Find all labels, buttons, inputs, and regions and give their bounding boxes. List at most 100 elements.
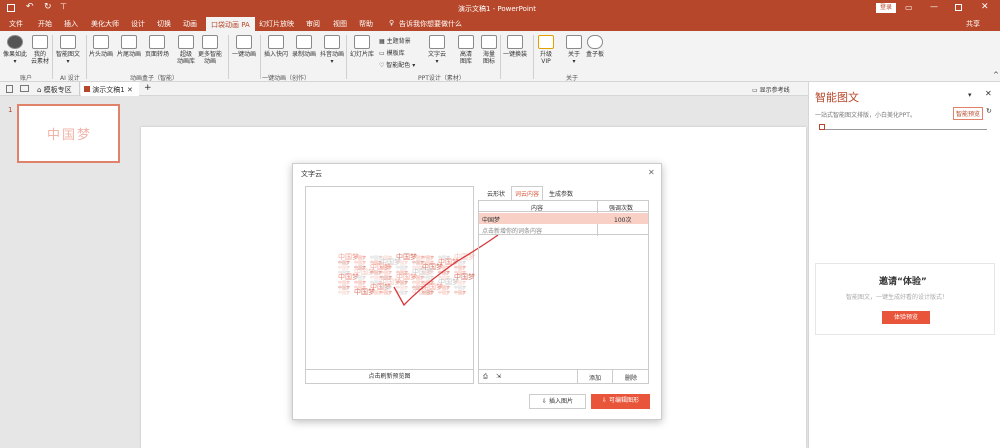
super-library-button[interactable]: 超级 动画库 <box>177 35 195 65</box>
save-icon[interactable] <box>7 4 15 12</box>
account-button[interactable]: 像果如此 ▾ <box>3 35 27 65</box>
redo-icon[interactable]: ↻ <box>44 2 52 12</box>
word-table: 内容 强调次数 中国梦 100次 点击新增你的词条内容 ⎙ ⇲ 添加 删除 <box>478 200 649 384</box>
tab-help[interactable]: 帮助 <box>359 19 373 29</box>
template-icon: ▭ <box>379 50 387 57</box>
tab-cloud-content[interactable]: 词云内容 <box>511 186 544 200</box>
ppt-icon <box>84 86 90 92</box>
window-title: 演示文稿1 - PowerPoint <box>458 5 536 13</box>
tab-animation[interactable]: 动画 <box>183 19 197 29</box>
collapse-ribbon-icon[interactable]: ^ <box>993 71 999 79</box>
tab-view[interactable]: 视图 <box>333 19 347 29</box>
undo-icon[interactable]: ↶ <box>26 2 34 12</box>
transition-icon <box>149 35 165 49</box>
film-icon <box>93 35 109 49</box>
image-icon <box>458 35 474 49</box>
insert-flash-button[interactable]: 插入快闪 <box>264 35 288 58</box>
refresh-preview-link[interactable]: 点击刷新预览图 <box>306 369 473 383</box>
close-icon[interactable]: ✕ <box>981 2 989 12</box>
group-about: 关于 <box>566 75 579 82</box>
pane-title: 智能图文 <box>815 91 859 104</box>
maximize-icon[interactable] <box>955 4 962 11</box>
tab-transition[interactable]: 切换 <box>157 19 171 29</box>
try-preview-button[interactable]: 体验预览 <box>882 311 930 324</box>
guides-toggle[interactable]: ▭ 显示参考线 <box>752 85 790 94</box>
dialog-close-button[interactable]: ✕ <box>648 168 655 177</box>
editable-shape-button[interactable]: ⇩ 可编辑图形 <box>591 394 650 409</box>
my-cloud-button[interactable]: 我的 云素材 <box>31 35 49 65</box>
group-ai: AI 设计 <box>60 75 80 82</box>
tab-file[interactable]: 文件 <box>9 19 23 29</box>
tab-close-icon[interactable]: ✕ <box>127 86 133 94</box>
tab-design[interactable]: 设计 <box>131 19 145 29</box>
tab-insert[interactable]: 插入 <box>64 19 78 29</box>
slider-handle[interactable] <box>819 124 825 130</box>
table-row[interactable]: 点击新增你的词条内容 <box>479 224 648 235</box>
crown-icon <box>538 35 554 49</box>
share-button[interactable]: 共享 <box>966 19 980 29</box>
tab-home[interactable]: 开始 <box>38 19 52 29</box>
intro-animation-button[interactable]: 片头动画 <box>89 35 113 58</box>
tab-review[interactable]: 审阅 <box>306 19 320 29</box>
box-icon <box>202 35 218 49</box>
table-row[interactable]: 中国梦 100次 <box>479 213 648 224</box>
color-slider[interactable] <box>819 124 987 130</box>
group-one-click: 一键动画（创作） <box>262 75 311 82</box>
face-icon <box>324 35 340 49</box>
folder-icon[interactable] <box>20 85 29 92</box>
record-animation-button[interactable]: 录制动画 <box>292 35 316 58</box>
smart-color-button[interactable]: ♡ 智能配色 ▾ <box>379 60 415 69</box>
insert-image-button[interactable]: ⇩ 插入图片 <box>529 394 586 409</box>
theme-icon: ▦ <box>379 38 387 45</box>
header-emphasis: 强调次数 <box>609 205 634 212</box>
douyin-animation-button[interactable]: 抖音动画 ▾ <box>320 35 344 65</box>
tab-cloud-shape[interactable]: 云形状 <box>487 189 505 198</box>
delete-word-button[interactable]: 删除 <box>625 373 637 382</box>
box-board-button[interactable]: 盒子板 <box>586 35 604 58</box>
more-animation-button[interactable]: 更多智能 动画 <box>198 35 222 65</box>
tab-pocket-animation[interactable]: 口袋动画 PA <box>206 17 255 31</box>
row-placeholder: 点击新增你的词条内容 <box>482 228 543 235</box>
export-icon[interactable]: ⇲ <box>496 373 501 380</box>
tab-gen-params[interactable]: 生成参数 <box>549 189 573 198</box>
theme-bg-button[interactable]: ▦ 主题背景 <box>379 36 411 45</box>
minimize-icon[interactable]: — <box>930 2 938 11</box>
outro-animation-button[interactable]: 片尾动画 <box>117 35 141 58</box>
presentation-tab[interactable]: 演示文稿1 ✕ <box>81 82 139 96</box>
one-click-animation-button[interactable]: 一键动画 <box>232 35 256 58</box>
smart-graphic-button[interactable]: 智能图文 ▾ <box>56 35 80 65</box>
star-icon <box>178 35 194 49</box>
page-transition-button[interactable]: 页面转场 <box>145 35 169 58</box>
hd-gallery-button[interactable]: 高清 图库 <box>458 35 474 65</box>
one-click-outfit-button[interactable]: 一键换装 <box>503 35 527 58</box>
pane-subtitle: 一站式智能图文排版，小白美化PPT。 <box>815 112 916 119</box>
customize-icon[interactable]: ⊤ <box>60 2 67 11</box>
word-cloud-preview: 中国梦中国梦 中国梦中国梦 中国梦中国梦中国梦 中国梦 中国梦中国梦 中国梦 中国梦中国梦中… <box>338 234 499 307</box>
icons-button[interactable]: 海量 图标 <box>481 35 497 65</box>
tab-beautify[interactable]: 美化大师 <box>91 19 119 29</box>
ribbon-display-icon[interactable]: ▭ <box>905 3 913 12</box>
tab-slideshow[interactable]: 幻灯片放映 <box>259 19 294 29</box>
add-word-button[interactable]: 添加 <box>589 373 601 382</box>
add-tab-button[interactable]: + <box>144 83 152 93</box>
tell-me-search[interactable]: 告诉我你想要做什么 <box>399 19 462 29</box>
film-icon <box>121 35 137 49</box>
template-zone-tab[interactable]: ⌂ 模板专区 <box>34 82 80 96</box>
word-cloud-button[interactable]: 文字云 ▾ <box>428 35 446 65</box>
invite-card: 邀请“体验” 智能图文，一键生成好看的设计版式！ 体验预览 <box>815 263 995 335</box>
smart-preview-button[interactable]: 智能预览 <box>953 107 984 120</box>
new-doc-icon[interactable] <box>6 85 13 93</box>
pane-close-icon[interactable]: ✕ <box>985 89 992 98</box>
upgrade-vip-button[interactable]: 升级 VIP <box>538 35 554 65</box>
slide-library-button[interactable]: 幻灯片库 <box>350 35 374 58</box>
download-icon: ⇩ <box>602 397 609 404</box>
import-icon[interactable]: ⎙ <box>483 373 488 381</box>
slide-thumbnail[interactable]: 中国梦 <box>17 104 120 163</box>
pane-dropdown-icon[interactable]: ▾ <box>968 91 972 99</box>
header-content: 内容 <box>531 205 544 212</box>
template-button[interactable]: ▭ 模板库 <box>379 48 405 57</box>
refresh-icon[interactable]: ↻ <box>986 107 992 115</box>
wand-icon <box>236 35 252 49</box>
about-button[interactable]: 关于 ▾ <box>566 35 582 65</box>
login-button[interactable]: 登录 <box>876 3 897 13</box>
